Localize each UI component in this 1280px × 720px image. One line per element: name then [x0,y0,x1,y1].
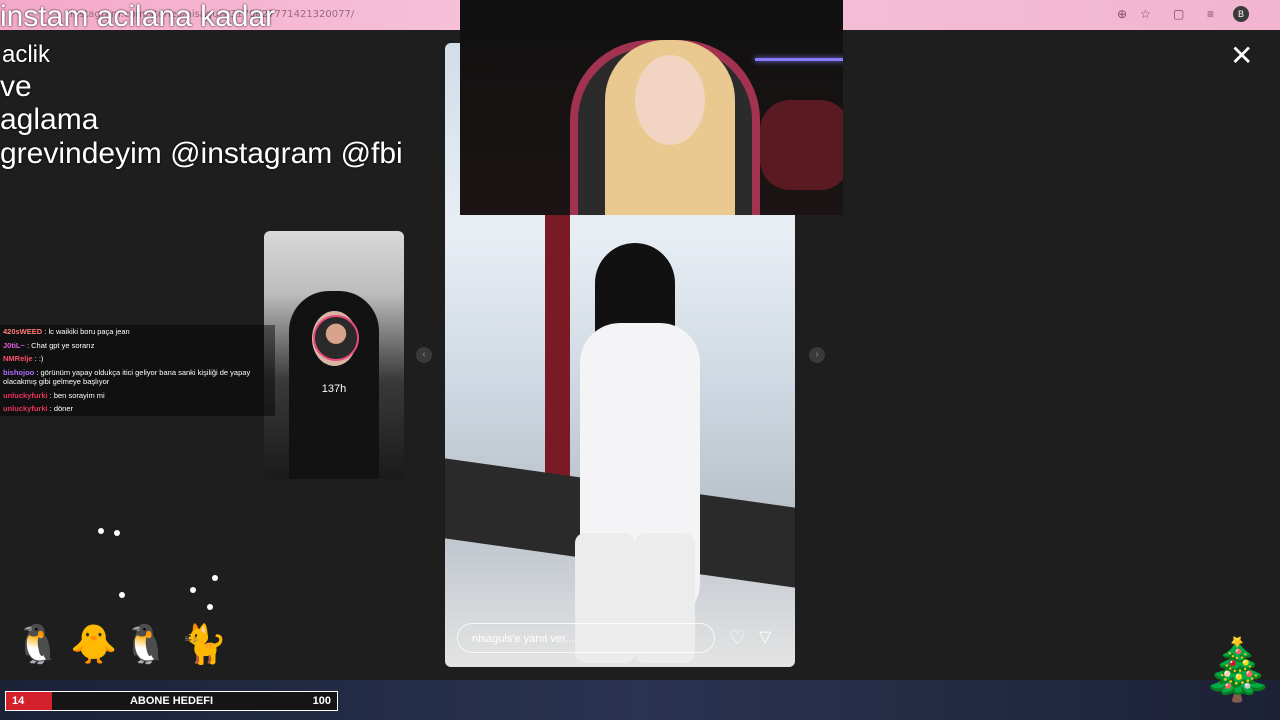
star-icon[interactable]: ☆ [1140,7,1151,21]
chat-message: bishojoo : görünüm yapay oldukça itici g… [0,365,275,389]
cable-car-frame [545,213,570,513]
chat-username: 420sWEED [3,327,43,336]
chat-message: 420sWEED : lc waikiki boru paça jean [0,325,275,339]
chat-text: : Chat gpt ye sorarız [24,340,95,350]
goal-max: 100 [312,695,331,707]
chat-username: NMRelje [3,354,33,363]
chat-username: unluckyfurki [3,404,48,413]
cat-mascot-icon: 🐈 [180,624,228,666]
reading-list-icon[interactable]: ≡ [1207,7,1214,21]
chat-username: unluckyfurki [3,390,48,400]
overlay-line-2: aclik [2,41,51,68]
story-avatar[interactable] [313,315,359,361]
profile-avatar[interactable]: B [1233,6,1249,22]
overlay-line-1: instam acilana kadar [0,0,276,33]
overlay-line-3: ve [0,70,32,103]
zoom-icon[interactable]: ⊕ [1117,7,1127,21]
chat-username: J0tiL~ [3,340,25,350]
chat-message: unluckyfurki : döner [0,402,275,416]
penguin-mascot-icon: 🐧 [122,624,170,666]
snowflake [119,592,125,598]
streamer-face [635,55,705,145]
snowflake [98,528,104,534]
story-photo-subject [575,233,705,667]
chat-message: NMRelje : :) [0,352,275,366]
chick-mascot-icon: 🐥 [70,624,118,666]
chat-text: : ben sorayim mi [47,390,105,400]
neon-light [755,58,843,61]
overlay-line-5: grevindeyim @instagram @fbi [0,137,403,170]
chat-message: unluckyfurki : ben sorayim mi [0,388,275,402]
subscriber-goal-bar: 14 ABONE HEDEFI 100 [5,691,338,711]
next-arrow-icon[interactable]: › [809,347,825,363]
goal-title: ABONE HEDEFI [129,695,214,707]
heart-icon[interactable]: ♡ [729,627,746,650]
chat-text: : görünüm yapay oldukça itici geliyor ba… [3,367,251,387]
story-time: 137h [321,383,347,395]
previous-story-card[interactable]: 137h [264,231,404,479]
stream-chat: 420sWEED : lc waikiki boru paça jean J0t… [0,325,275,416]
snowflake [114,530,120,536]
snowflake [190,587,196,593]
chat-username: bishojoo [3,367,35,377]
christmas-tree-icon: 🎄 [1200,636,1275,703]
chat-text: : döner [47,404,74,413]
chat-message: J0tiL~ : Chat gpt ye sorarız [0,338,275,352]
send-icon[interactable]: ▽ [759,627,771,647]
penguin-mascot-icon: 🐧 [14,624,62,666]
chat-text: : lc waikiki boru paça jean [42,327,130,336]
snowflake [207,604,213,610]
close-icon[interactable]: ✕ [1230,42,1253,70]
overlay-line-4: aglama [0,103,99,136]
previous-arrow-icon[interactable]: ‹ [416,347,432,363]
reply-input[interactable]: nisaguls'e yanıt ver... [457,623,715,653]
extensions-icon[interactable]: ▢ [1173,7,1184,21]
snowflake [212,575,218,581]
webcam-overlay [460,0,843,215]
chat-text: : :) [32,354,44,363]
pillow [760,100,843,190]
